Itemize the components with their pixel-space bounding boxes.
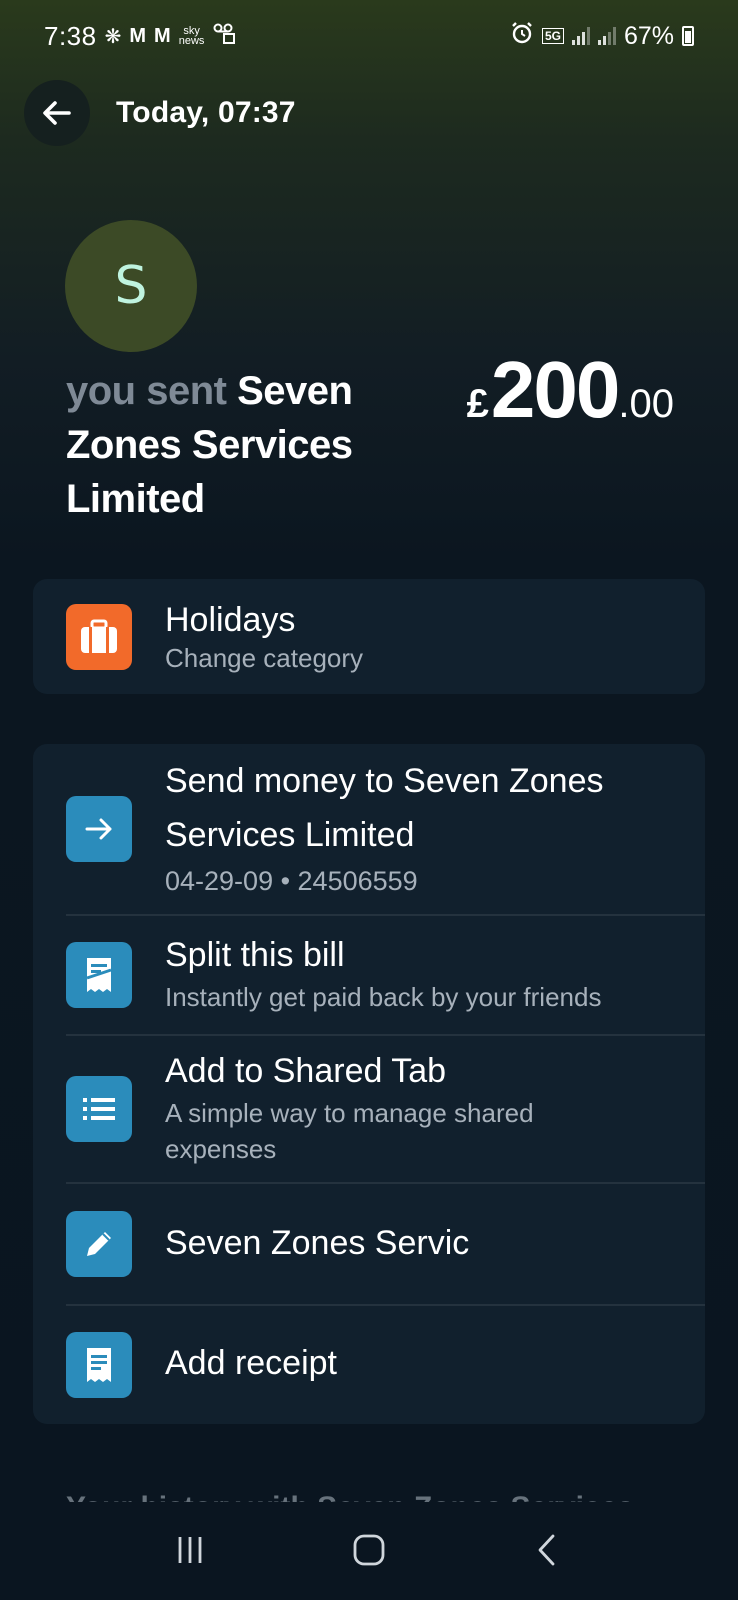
send-money-title-line1: Send money to Seven Zones — [165, 762, 604, 800]
back-nav-button[interactable] — [518, 1520, 578, 1580]
shared-tab-subtitle-line1: A simple way to manage shared — [165, 1098, 534, 1128]
status-time: 7:38 — [44, 20, 97, 51]
add-receipt-title: Add receipt — [165, 1344, 337, 1382]
arrow-left-icon — [43, 101, 71, 125]
rename-row[interactable]: Seven Zones Servic — [33, 1184, 705, 1304]
gmail-icon-2: M — [154, 24, 171, 47]
sky-news-icon: sky news — [178, 26, 205, 47]
gmail-icon: M — [129, 24, 147, 47]
split-bill-title: Split this bill — [165, 936, 345, 974]
battery-icon — [682, 26, 694, 46]
avatar: S — [65, 220, 197, 352]
receipt-icon — [66, 1332, 132, 1398]
system-nav-bar — [0, 1500, 738, 1600]
notification-icon-1: ❋ — [104, 25, 122, 48]
sky-news-bottom: news — [178, 35, 205, 47]
home-button[interactable] — [339, 1520, 399, 1580]
page-title: Today, 07:37 — [116, 96, 296, 129]
transaction-amount: £ 200 .00 — [467, 344, 674, 436]
split-bill-row[interactable]: Split this bill Instantly get paid back … — [33, 916, 705, 1034]
network-5g-icon: 5G — [541, 28, 564, 44]
back-button[interactable] — [24, 80, 90, 146]
recent-apps-icon — [178, 1537, 202, 1563]
change-category-link[interactable]: Change category — [165, 643, 363, 674]
shared-tab-subtitle-line2: expenses — [165, 1134, 277, 1164]
status-left: 7:38 ❋ M M sky news — [44, 21, 236, 52]
signal-icon-2 — [597, 27, 616, 45]
send-money-row[interactable]: Send money to Seven Zones Services Limit… — [33, 744, 705, 914]
amount-main: 200 — [490, 345, 620, 434]
category-name: Holidays — [165, 601, 296, 639]
sent-prefix: you sent — [66, 369, 227, 413]
amount-decimals: .00 — [618, 382, 674, 426]
split-bill-subtitle: Instantly get paid back by your friends — [165, 982, 602, 1012]
recent-apps-button[interactable] — [160, 1520, 220, 1580]
add-receipt-row[interactable]: Add receipt — [33, 1306, 705, 1424]
account-details: 04-29-09 • 24506559 — [165, 866, 418, 896]
home-icon — [353, 1534, 385, 1566]
category-card[interactable]: Holidays Change category — [33, 579, 705, 694]
signal-icon-1 — [571, 27, 590, 45]
voicemail-icon — [212, 22, 236, 51]
actions-card: Send money to Seven Zones Services Limit… — [33, 744, 705, 1424]
chevron-left-icon — [538, 1534, 555, 1566]
transaction-description: you sent Seven Zones Services Limited — [66, 364, 416, 526]
send-money-title-line2: Services Limited — [165, 816, 415, 854]
receipt-split-icon — [66, 942, 132, 1008]
pencil-icon — [66, 1211, 132, 1277]
shared-tab-title: Add to Shared Tab — [165, 1052, 447, 1090]
battery-percent: 67% — [623, 21, 674, 50]
alarm-icon — [510, 21, 534, 52]
shared-tab-row[interactable]: Add to Shared Tab A simple way to manage… — [33, 1036, 705, 1182]
status-right: 5G 67% — [510, 21, 694, 52]
amount-currency: £ — [466, 382, 489, 426]
list-icon — [66, 1076, 132, 1142]
rename-title: Seven Zones Servic — [165, 1224, 470, 1262]
status-bar: 7:38 ❋ M M sky news 5G 67% — [0, 0, 738, 72]
arrow-right-icon — [66, 796, 132, 862]
top-bar: Today, 07:37 — [24, 80, 296, 146]
suitcase-icon — [66, 604, 132, 670]
